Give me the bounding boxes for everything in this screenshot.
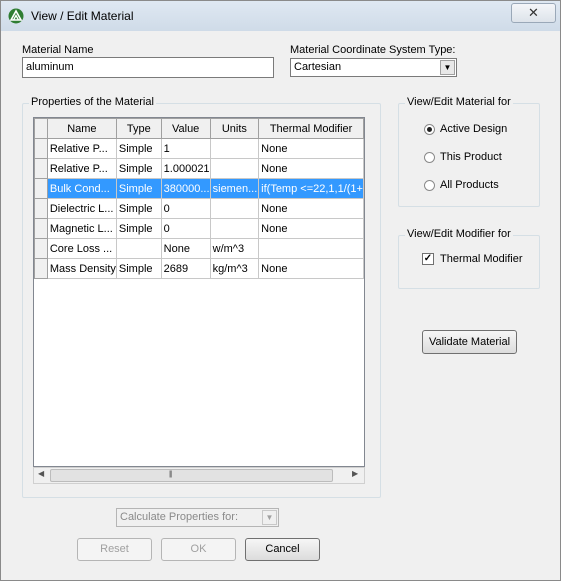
cell-thermal-modifier[interactable]: None [258, 158, 364, 179]
close-icon: ✕ [528, 5, 539, 20]
validate-material-button[interactable]: Validate Material [422, 330, 517, 354]
row-header[interactable] [34, 178, 48, 199]
column-header-name[interactable]: Name [46, 118, 117, 139]
scroll-left-icon[interactable]: ◀ [38, 469, 44, 478]
radio-all-products[interactable] [424, 180, 435, 191]
cell-type[interactable]: Simple [115, 138, 162, 159]
row-header[interactable] [34, 158, 48, 179]
horizontal-scrollbar[interactable]: ◀ ||| ▶ [33, 467, 365, 484]
table-row[interactable]: Mass Density Simple 2689 kg/m^3 None [34, 258, 364, 279]
coordinate-system-value: Cartesian [294, 61, 342, 73]
cell-value[interactable]: 380000... [160, 178, 211, 199]
column-header-units[interactable]: Units [209, 118, 260, 139]
reset-button[interactable]: Reset [77, 538, 152, 561]
cell-name[interactable]: Relative P... [46, 158, 117, 179]
calculate-properties-select[interactable]: Calculate Properties for: ▼ [116, 508, 279, 527]
cell-units[interactable] [209, 198, 260, 219]
checkmark-icon: ✓ [423, 253, 433, 264]
cell-type[interactable]: Simple [115, 198, 162, 219]
chevron-down-icon: ▼ [440, 60, 455, 75]
scroll-right-icon[interactable]: ▶ [352, 469, 358, 478]
coordinate-system-select[interactable]: Cartesian ▼ [290, 58, 457, 77]
cell-type[interactable]: Simple [115, 158, 162, 179]
cell-units[interactable]: kg/m^3 [209, 258, 260, 279]
cell-value[interactable]: 1.000021 [160, 158, 211, 179]
cell-type[interactable] [115, 238, 162, 259]
table-row[interactable]: Relative P... Simple 1 None [34, 138, 364, 159]
cell-thermal-modifier[interactable]: None [258, 138, 364, 159]
thermal-modifier-checkbox[interactable]: ✓ [422, 253, 434, 265]
cell-type[interactable]: Simple [115, 178, 162, 199]
column-header-thermal-modifier[interactable]: Thermal Modifier [258, 118, 364, 139]
calculate-properties-value: Calculate Properties for: [120, 511, 238, 523]
cell-thermal-modifier[interactable] [258, 238, 364, 259]
cell-name[interactable]: Dielectric L... [46, 198, 117, 219]
cell-units[interactable] [209, 218, 260, 239]
material-dialog: View / Edit Material ✕ Material Name alu… [0, 0, 561, 581]
cell-thermal-modifier[interactable]: None [258, 198, 364, 219]
cell-units[interactable] [209, 158, 260, 179]
cell-name[interactable]: Core Loss ... [46, 238, 117, 259]
scrollbar-thumb[interactable] [50, 469, 333, 482]
window-title: View / Edit Material [31, 9, 134, 23]
material-name-label: Material Name [22, 44, 94, 56]
column-header-type[interactable]: Type [115, 118, 162, 139]
material-name-input[interactable]: aluminum [22, 57, 274, 78]
title-bar: View / Edit Material ✕ [1, 1, 560, 31]
ok-button[interactable]: OK [161, 538, 236, 561]
cell-value[interactable]: None [160, 238, 211, 259]
table-header-row: Name Type Value Units Thermal Modifier [34, 118, 364, 139]
properties-group-label: Properties of the Material [29, 96, 156, 108]
row-header[interactable] [34, 138, 48, 159]
row-header[interactable] [34, 258, 48, 279]
chevron-down-icon: ▼ [262, 510, 277, 525]
app-logo-icon [8, 8, 24, 24]
cell-thermal-modifier[interactable]: None [258, 218, 364, 239]
cell-value[interactable]: 0 [160, 218, 211, 239]
table-row[interactable]: Core Loss ... None w/m^3 [34, 238, 364, 259]
thermal-modifier-label[interactable]: Thermal Modifier [440, 253, 523, 265]
cell-type[interactable]: Simple [115, 218, 162, 239]
cell-units[interactable]: siemen... [209, 178, 260, 199]
table-row-selected[interactable]: Bulk Cond... Simple 380000... siemen... … [34, 178, 364, 199]
radio-this-product-label[interactable]: This Product [440, 151, 502, 163]
coordinate-system-label: Material Coordinate System Type: [290, 44, 456, 56]
row-header[interactable] [34, 238, 48, 259]
row-header[interactable] [34, 218, 48, 239]
cell-units[interactable]: w/m^3 [209, 238, 260, 259]
close-button[interactable]: ✕ [511, 3, 556, 23]
radio-all-products-label[interactable]: All Products [440, 179, 499, 191]
cell-thermal-modifier[interactable]: if(Temp <=22,1,1/(1+ [258, 178, 364, 199]
material-name-value: aluminum [26, 61, 74, 73]
properties-table: Name Type Value Units Thermal Modifier R… [34, 118, 364, 279]
cancel-button[interactable]: Cancel [245, 538, 320, 561]
cell-type[interactable]: Simple [115, 258, 162, 279]
view-modifier-group-label: View/Edit Modifier for [405, 228, 513, 240]
cell-name[interactable]: Magnetic L... [46, 218, 117, 239]
table-row[interactable]: Magnetic L... Simple 0 None [34, 218, 364, 239]
grip-icon: ||| [169, 471, 173, 478]
radio-active-design-label[interactable]: Active Design [440, 123, 507, 135]
properties-grid: Name Type Value Units Thermal Modifier R… [33, 117, 365, 467]
table-row[interactable]: Relative P... Simple 1.000021 None [34, 158, 364, 179]
view-material-group-label: View/Edit Material for [405, 96, 513, 108]
column-header-value[interactable]: Value [160, 118, 211, 139]
cell-value[interactable]: 0 [160, 198, 211, 219]
table-row[interactable]: Dielectric L... Simple 0 None [34, 198, 364, 219]
corner-cell [34, 118, 48, 139]
cell-value[interactable]: 1 [160, 138, 211, 159]
cell-name[interactable]: Relative P... [46, 138, 117, 159]
cell-units[interactable] [209, 138, 260, 159]
row-header[interactable] [34, 198, 48, 219]
cell-name[interactable]: Mass Density [46, 258, 117, 279]
radio-active-design[interactable] [424, 124, 435, 135]
cell-value[interactable]: 2689 [160, 258, 211, 279]
radio-this-product[interactable] [424, 152, 435, 163]
cell-name[interactable]: Bulk Cond... [46, 178, 117, 199]
cell-thermal-modifier[interactable]: None [258, 258, 364, 279]
